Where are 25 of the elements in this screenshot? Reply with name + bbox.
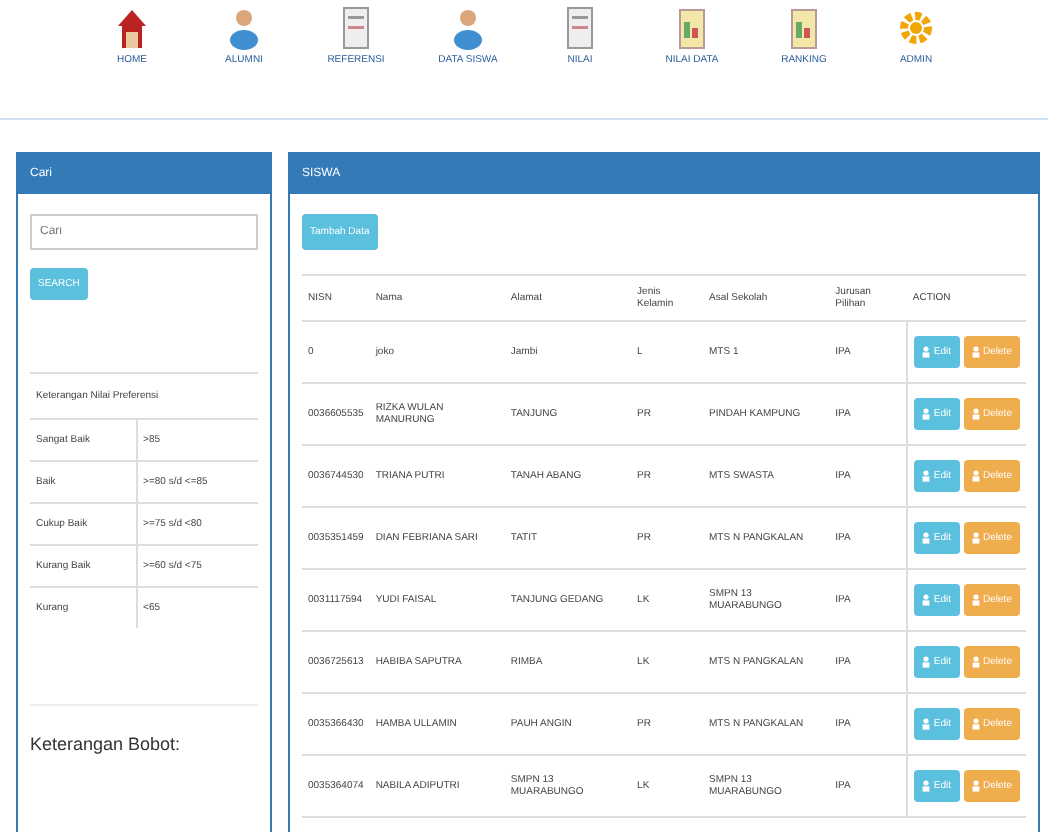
clipboard-icon	[678, 6, 706, 50]
user-icon	[971, 780, 980, 792]
user-icon	[971, 718, 980, 730]
user-icon	[971, 346, 980, 358]
user-icon	[921, 718, 930, 730]
user-icon	[971, 532, 980, 544]
user-icon	[921, 532, 930, 544]
user-icon	[921, 408, 930, 420]
user-icon	[971, 408, 980, 420]
house-icon	[116, 6, 148, 50]
user-icon	[921, 594, 930, 606]
gear-icon	[900, 6, 932, 50]
section-heading: Keterangan Bobot:	[30, 704, 258, 754]
user-icon	[971, 656, 980, 668]
document-icon	[566, 6, 594, 50]
document-icon	[342, 6, 370, 50]
person-icon	[228, 6, 260, 50]
clipboard-icon	[790, 6, 818, 50]
user-icon	[921, 346, 930, 358]
user-icon	[921, 470, 930, 482]
user-icon	[921, 656, 930, 668]
user-icon	[921, 780, 930, 792]
user-icon	[971, 470, 980, 482]
person-icon	[452, 6, 484, 50]
user-icon	[971, 594, 980, 606]
